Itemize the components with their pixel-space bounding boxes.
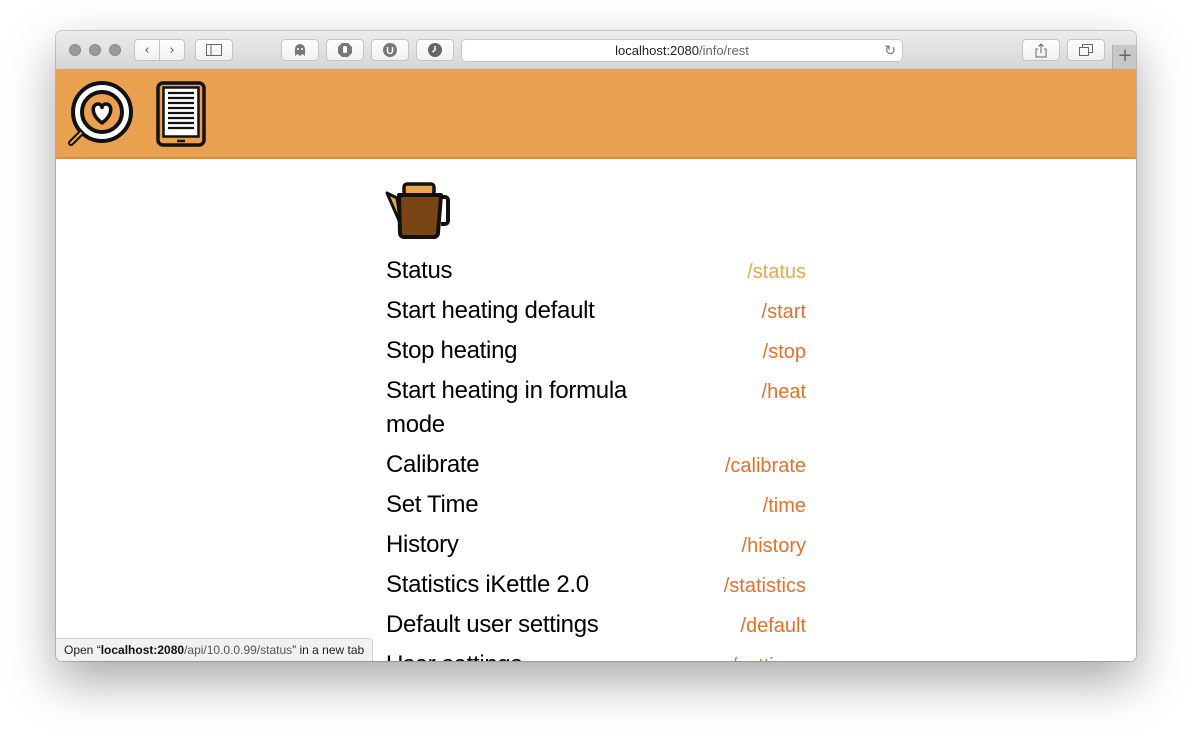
minimize-window-button[interactable] <box>89 44 101 56</box>
shield-u-icon <box>383 43 397 57</box>
app-header <box>56 69 1136 159</box>
sidebar-icon <box>206 44 222 56</box>
reload-icon[interactable]: ↻ <box>884 40 896 61</box>
coffee-heart-magnifier-icon[interactable] <box>66 80 134 148</box>
ghostery-extension-button[interactable] <box>281 39 319 61</box>
back-button[interactable]: ‹ <box>134 39 160 61</box>
clock-extension-button[interactable] <box>416 39 454 61</box>
url-host: localhost:2080 <box>615 43 699 58</box>
endpoint-link[interactable]: /time <box>763 489 806 523</box>
sidebar-toggle-button[interactable] <box>195 39 233 61</box>
close-window-button[interactable] <box>69 44 81 56</box>
link-status-bar: Open “localhost:2080/api/10.0.0.99/statu… <box>56 638 374 661</box>
share-button[interactable] <box>1022 39 1060 61</box>
tab-overview-button[interactable] <box>1067 39 1105 61</box>
endpoint-row: Default user settings /default <box>386 608 806 648</box>
endpoint-label: Calibrate <box>386 451 480 478</box>
endpoint-link[interactable]: /settings <box>732 649 806 661</box>
endpoint-link[interactable]: /heat <box>762 375 806 409</box>
status-prefix: Open “ <box>64 643 101 657</box>
endpoint-link[interactable]: /default <box>740 609 806 643</box>
endpoint-label: Default user settings <box>386 611 599 638</box>
status-path: /api/10.0.0.99/status <box>184 643 293 657</box>
adblock-extension-button[interactable] <box>326 39 364 61</box>
endpoint-link[interactable]: /start <box>762 295 806 329</box>
hand-stop-icon <box>338 43 352 57</box>
endpoint-label: Stop heating <box>386 337 518 364</box>
endpoint-label: Statistics iKettle 2.0 <box>386 571 589 598</box>
ublock-extension-button[interactable] <box>371 39 409 61</box>
endpoint-link[interactable]: /status <box>747 255 806 289</box>
status-host: localhost:2080 <box>100 643 185 657</box>
endpoint-label: Status <box>386 257 453 284</box>
status-suffix: ” in a new tab <box>292 643 365 657</box>
chevron-left-icon: ‹ <box>144 42 150 58</box>
tablet-document-icon[interactable] <box>156 81 206 147</box>
endpoint-link[interactable]: /stop <box>763 335 806 369</box>
ghost-icon <box>295 44 305 56</box>
page-content: Status /status Start heating default /st… <box>56 159 1136 661</box>
url-path: /info/rest <box>698 43 749 58</box>
endpoint-row: Status /status <box>386 254 806 294</box>
endpoint-link[interactable]: /history <box>742 529 806 563</box>
endpoint-row: Start heating default /start <box>386 294 806 334</box>
endpoint-row: Stop heating /stop <box>386 334 806 374</box>
endpoint-row: Calibrate /calibrate <box>386 448 806 488</box>
kettle-icon <box>385 182 450 239</box>
endpoint-link[interactable]: /calibrate <box>725 449 806 483</box>
tabs-icon <box>1079 44 1093 56</box>
browser-window: ‹ › localhost:2080/info/rest ↻ + Status … <box>56 31 1136 661</box>
zoom-window-button[interactable] <box>109 44 121 56</box>
endpoint-label: Start heating default <box>386 297 595 324</box>
endpoint-label: Start heating in formula mode <box>386 377 627 438</box>
forward-button[interactable]: › <box>159 39 185 61</box>
clock-icon <box>428 43 442 57</box>
endpoint-link[interactable]: /statistics <box>724 569 806 603</box>
address-bar[interactable]: localhost:2080/info/rest ↻ <box>461 39 903 62</box>
endpoint-row: History /history <box>386 528 806 568</box>
endpoint-label: User settings <box>386 648 646 661</box>
browser-toolbar: ‹ › localhost:2080/info/rest ↻ + <box>56 31 1136 70</box>
endpoint-label: History <box>386 531 459 558</box>
endpoint-label: Set Time <box>386 491 479 518</box>
endpoint-row: Statistics iKettle 2.0 /statistics <box>386 568 806 608</box>
endpoint-row: Set Time /time <box>386 488 806 528</box>
endpoint-row: Start heating in formula mode /heat <box>386 374 806 448</box>
new-tab-button[interactable]: + <box>1112 45 1136 69</box>
chevron-right-icon: › <box>169 42 175 58</box>
endpoint-row: User settings /settings <box>386 648 806 661</box>
share-icon <box>1035 42 1047 57</box>
